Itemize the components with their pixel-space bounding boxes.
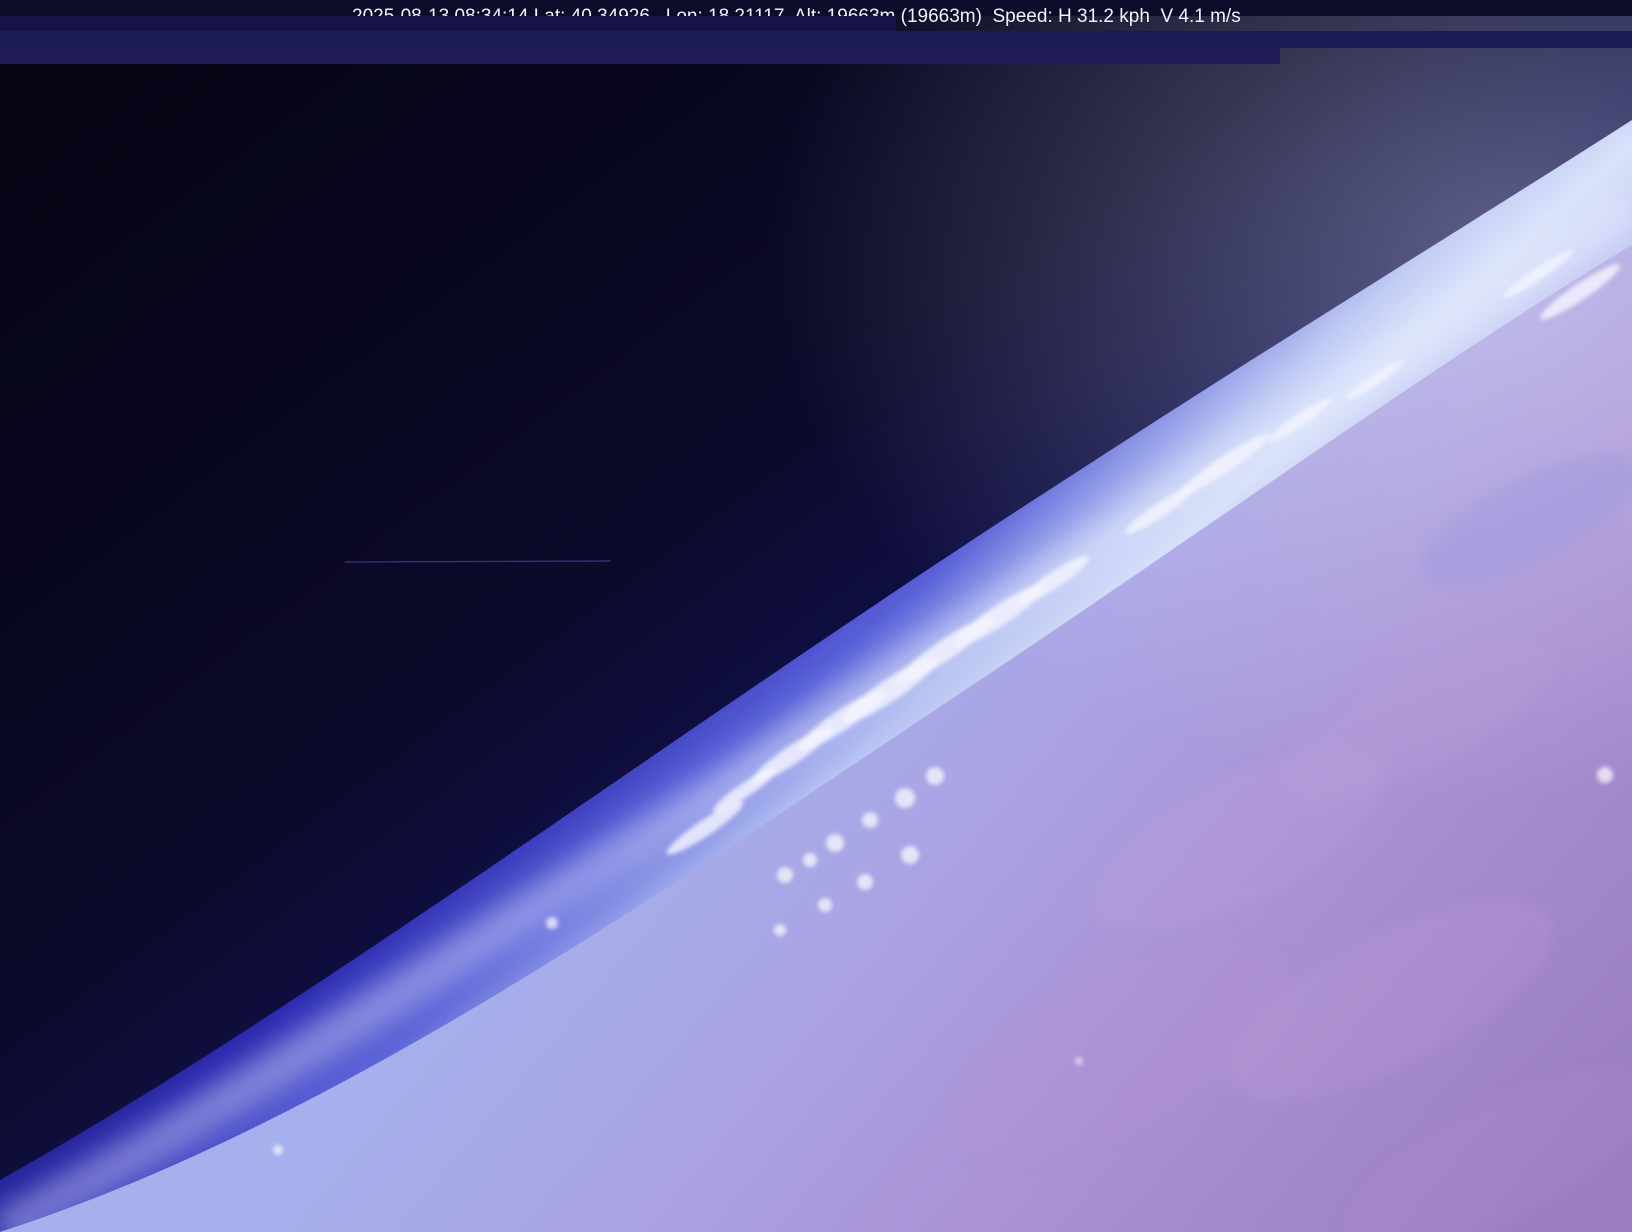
balloon-camera-frame: 2025-08-13 08:34:14 Lat: 40.34926 Lon: 1…	[0, 0, 1632, 1232]
earth-curvature-photo	[0, 0, 1632, 1232]
